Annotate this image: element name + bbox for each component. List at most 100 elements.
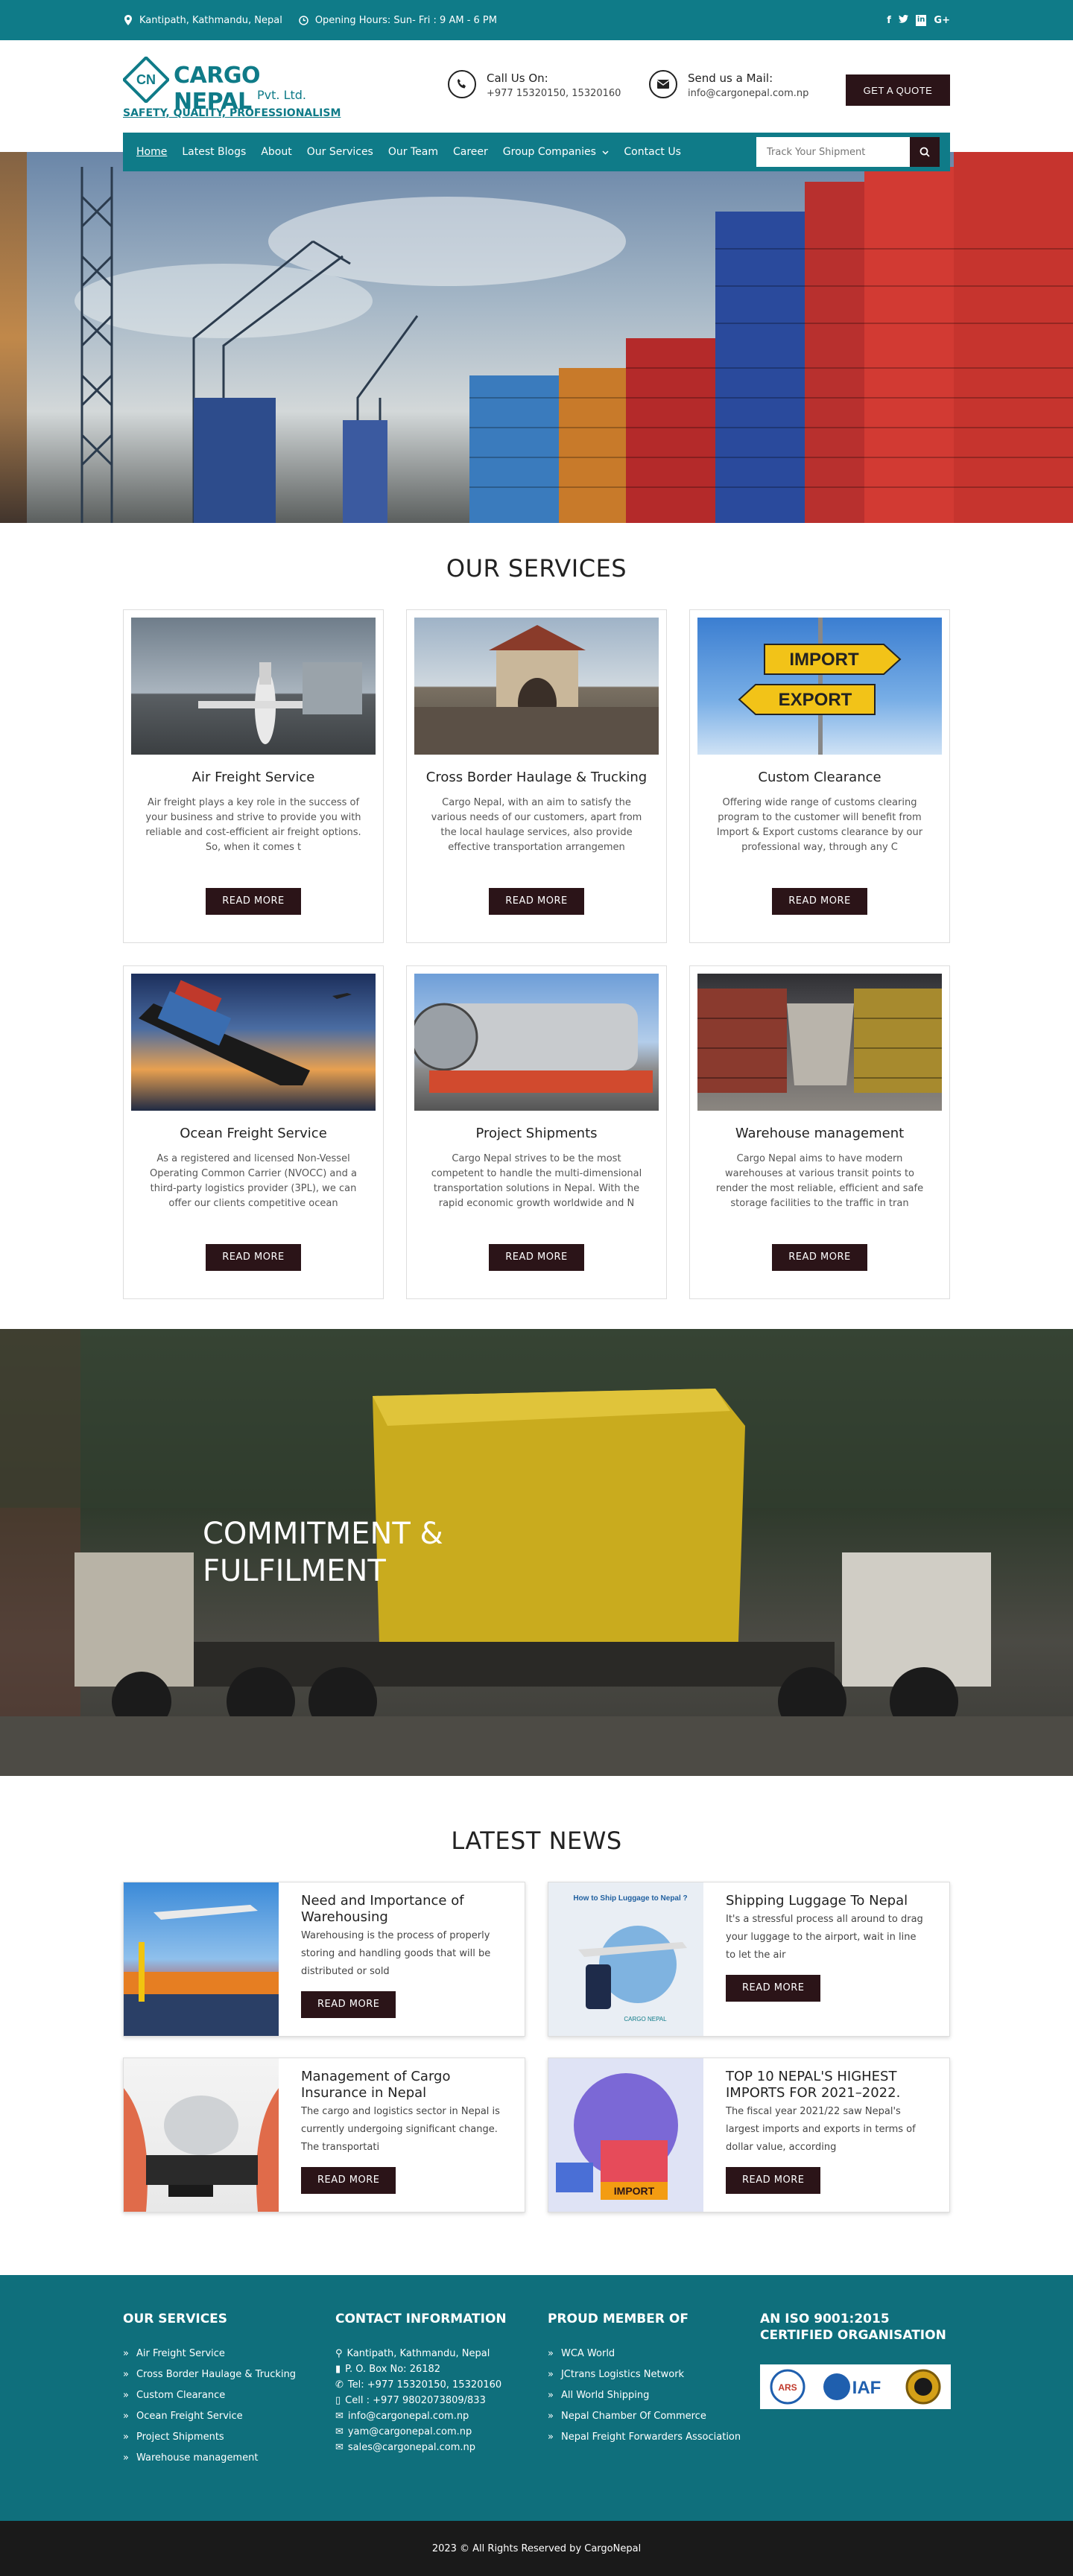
news-headline[interactable]: TOP 10 NEPAL'S HIGHEST IMPORTS FOR 2021–…	[726, 2069, 927, 2101]
read-more-button[interactable]: READ MORE	[772, 1244, 867, 1271]
service-card: IMPORT EXPORT Custom Clearance Offering …	[689, 609, 950, 943]
address-text: Kantipath, Kathmandu, Nepal	[139, 14, 282, 26]
read-more-button[interactable]: READ MORE	[489, 888, 584, 915]
nav-home[interactable]: Home	[136, 146, 167, 158]
footer-service-link[interactable]: » Warehouse management	[123, 2452, 335, 2464]
nav-group-companies[interactable]: Group Companies	[503, 146, 610, 158]
nav-group-companies-label: Group Companies	[502, 146, 596, 158]
footer-members-column: PROUD MEMBER OF » WCA World » JCtrans Logi…	[548, 2311, 760, 2473]
read-more-button[interactable]: READ MORE	[726, 1975, 821, 2002]
news-excerpt: Warehousing is the process of properly s…	[301, 1930, 491, 1977]
footer-email-yam[interactable]: ✉ yam@cargonepal.com.np	[335, 2426, 548, 2437]
logo-mark-icon: CN	[123, 57, 169, 103]
read-more-button[interactable]: READ MORE	[772, 888, 867, 915]
news-headline[interactable]: Need and Importance of Warehousing	[301, 1893, 502, 1926]
mail-address[interactable]: info@cargonepal.com.np	[688, 88, 808, 99]
double-chevron-icon: »	[548, 2390, 554, 2401]
member-link[interactable]: » Nepal Freight Forwarders Association	[548, 2431, 760, 2443]
footer-telephone[interactable]: ✆ Tel: +977 15320150, 15320160	[335, 2379, 548, 2391]
svg-text:ARS: ARS	[778, 2382, 797, 2393]
service-card: Cross Border Haulage & Trucking Cargo Ne…	[406, 609, 667, 943]
service-title: Ocean Freight Service	[180, 1126, 327, 1141]
service-title: Project Shipments	[475, 1126, 598, 1141]
service-card: Warehouse management Cargo Nepal aims to…	[689, 965, 950, 1299]
footer-cell[interactable]: ▯ Cell : +977 9802073809/833	[335, 2395, 548, 2406]
member-link[interactable]: » All World Shipping	[548, 2390, 760, 2401]
footer-iso-column: AN ISO 9001:2015 CERTIFIED ORGANISATION …	[760, 2311, 951, 2473]
read-more-button[interactable]: READ MORE	[206, 1244, 301, 1271]
clock-icon	[299, 15, 309, 25]
double-chevron-icon: »	[548, 2431, 554, 2443]
commitment-banner: COMMITMENT & FULFILMENT	[0, 1329, 1073, 1776]
nav-contact-us[interactable]: Contact Us	[624, 146, 680, 158]
double-chevron-icon: »	[548, 2369, 554, 2380]
map-marker-icon	[123, 15, 133, 25]
project-shipments-image	[414, 974, 659, 1111]
footer-email-sales[interactable]: ✉ sales@cargonepal.com.np	[335, 2442, 548, 2453]
services-grid: Air Freight Service Air freight plays a …	[123, 609, 950, 1299]
footer-contact-title: CONTACT INFORMATION	[335, 2312, 507, 2326]
double-chevron-icon: »	[548, 2411, 554, 2422]
read-more-button[interactable]: READ MORE	[726, 2167, 821, 2194]
service-title: Warehouse management	[735, 1126, 905, 1141]
service-description: Cargo Nepal, with an aim to satisfy the …	[431, 797, 642, 853]
footer-service-link[interactable]: » Ocean Freight Service	[123, 2411, 335, 2422]
footer-service-link[interactable]: » Air Freight Service	[123, 2348, 335, 2359]
footer-email-info[interactable]: ✉ info@cargonepal.com.np	[335, 2411, 548, 2422]
double-chevron-icon: »	[123, 2452, 129, 2464]
svg-text:IMPORT: IMPORT	[614, 2185, 655, 2197]
double-chevron-icon: »	[123, 2369, 129, 2380]
call-number[interactable]: +977 15320150, 15320160	[487, 88, 621, 99]
service-card: Project Shipments Cargo Nepal strives to…	[406, 965, 667, 1299]
news-headline[interactable]: Shipping Luggage To Nepal	[726, 1893, 927, 1909]
nav-about[interactable]: About	[261, 146, 291, 158]
read-more-button[interactable]: READ MORE	[489, 1244, 584, 1271]
google-plus-icon[interactable]: G+	[934, 15, 950, 26]
twitter-icon[interactable]	[898, 14, 908, 26]
address-info: Kantipath, Kathmandu, Nepal	[123, 15, 282, 26]
member-link[interactable]: » Nepal Chamber Of Commerce	[548, 2411, 760, 2422]
news-section: LATEST NEWS Need and Importance of Wareh…	[0, 1776, 1073, 2275]
linkedin-icon[interactable]: in	[915, 14, 927, 26]
footer-service-link[interactable]: » Custom Clearance	[123, 2390, 335, 2401]
banner-heading: COMMITMENT & FULFILMENT	[203, 1515, 443, 1590]
social-links: f in G+	[887, 14, 950, 26]
track-shipment-input[interactable]	[756, 137, 910, 167]
cargo-insurance-news-image	[124, 2058, 279, 2212]
news-card: Need and Importance of Warehousing Wareh…	[123, 1882, 525, 2037]
svg-text:IMPORT: IMPORT	[789, 650, 859, 670]
footer-service-link[interactable]: » Cross Border Haulage & Trucking	[123, 2369, 335, 2380]
nav-our-team[interactable]: Our Team	[388, 146, 438, 158]
news-headline[interactable]: Management of Cargo Insurance in Nepal	[301, 2069, 502, 2101]
footer-iso-title: AN ISO 9001:2015 CERTIFIED ORGANISATION	[760, 2312, 946, 2343]
service-title: Cross Border Haulage & Trucking	[425, 770, 648, 785]
map-marker-icon: ⚲	[335, 2348, 343, 2359]
air-freight-image	[131, 618, 376, 755]
search-icon	[920, 147, 930, 157]
read-more-button[interactable]: READ MORE	[206, 888, 301, 915]
footer-members-title: PROUD MEMBER OF	[548, 2312, 689, 2326]
service-title: Custom Clearance	[758, 770, 881, 785]
news-excerpt: It's a stressful process all around to d…	[726, 1914, 923, 1961]
nav-our-services[interactable]: Our Services	[307, 146, 373, 158]
member-link[interactable]: » JCtrans Logistics Network	[548, 2369, 760, 2380]
member-link[interactable]: » WCA World	[548, 2348, 760, 2359]
nav-career[interactable]: Career	[453, 146, 488, 158]
facebook-icon[interactable]: f	[887, 15, 891, 26]
get-quote-button[interactable]: GET A QUOTE	[846, 74, 950, 106]
envelope-icon: ✉	[335, 2411, 344, 2422]
svg-text:IAF: IAF	[852, 2378, 881, 2398]
building-icon: ▮	[335, 2364, 341, 2375]
service-description: Offering wide range of customs clearing …	[716, 797, 923, 853]
read-more-button[interactable]: READ MORE	[301, 2167, 396, 2194]
call-info: Call Us On: +977 15320150, 15320160	[448, 70, 621, 99]
nav-latest-blogs[interactable]: Latest Blogs	[182, 146, 246, 158]
logo[interactable]: CN CARGO NEPAL Pvt. Ltd. SAFETY, QUALITY…	[123, 55, 341, 130]
footer-service-link[interactable]: » Project Shipments	[123, 2431, 335, 2443]
ocean-freight-image	[131, 974, 376, 1111]
hero-image	[0, 152, 1073, 523]
main-nav-wrapper: Home Latest Blogs About Our Services Our…	[0, 133, 1073, 171]
footer-services-title: OUR SERVICES	[123, 2312, 228, 2326]
track-search-button[interactable]	[910, 137, 940, 167]
read-more-button[interactable]: READ MORE	[301, 1991, 396, 2018]
